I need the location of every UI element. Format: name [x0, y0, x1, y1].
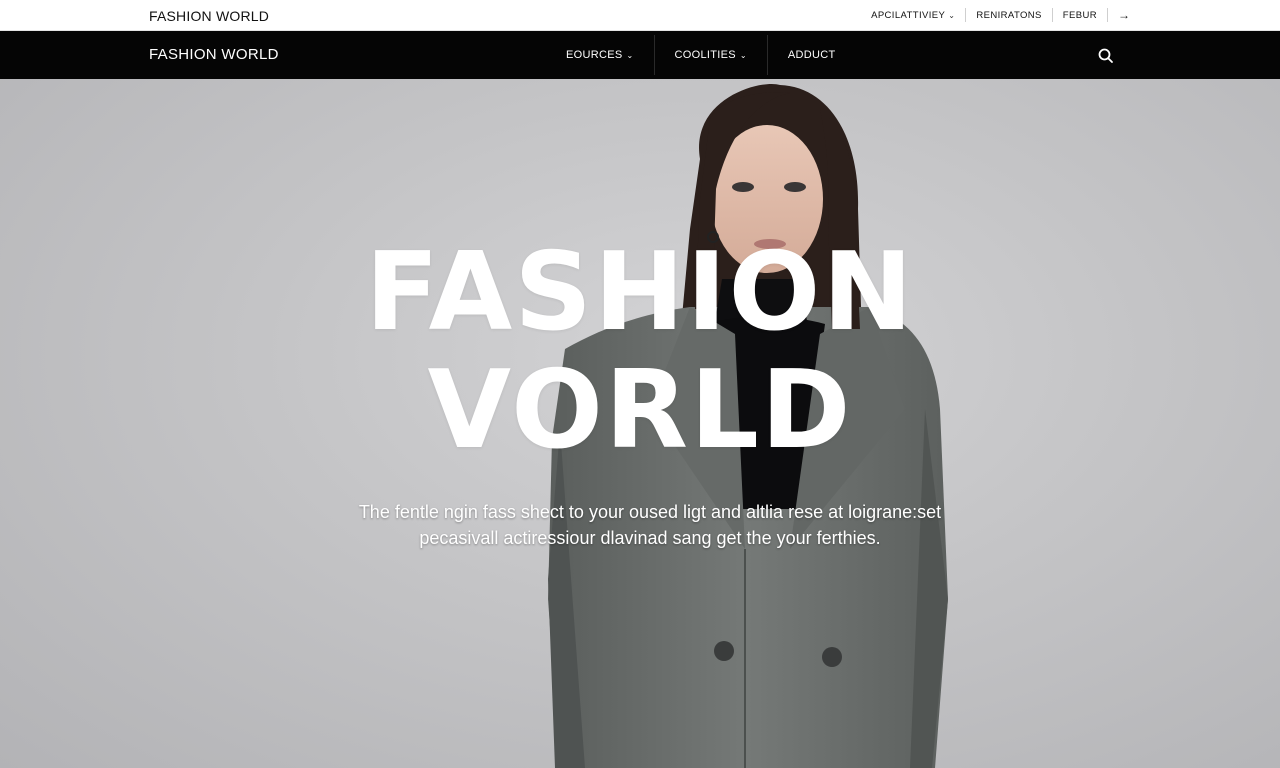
- hero-title-line1: FASHION: [365, 230, 915, 355]
- nav-item-label: COOLITIES: [674, 49, 736, 61]
- chevron-down-icon: ⌄: [739, 50, 747, 60]
- utility-link-activity[interactable]: APCILATTIVIEY ⌄: [861, 10, 965, 21]
- nav-item-label: EOURCES: [566, 49, 623, 61]
- chevron-down-icon: ⌄: [948, 10, 956, 20]
- nav-item-eources[interactable]: EOURCES ⌄: [546, 31, 654, 79]
- nav-brand-logo[interactable]: FASHION WORLD: [149, 46, 279, 63]
- utility-bar: FASHION WORLD APCILATTIVIEY ⌄ RENIRATONS …: [0, 0, 1280, 31]
- arrow-right-icon[interactable]: →: [1108, 8, 1130, 22]
- nav-item-adduct[interactable]: ADDUCT: [768, 31, 856, 79]
- hero-title-line2: VORLD: [427, 348, 853, 473]
- utility-link-label: APCILATTIVIEY: [871, 9, 946, 21]
- hero-subtitle-line1: The fentle ngin fass shect to your oused…: [358, 502, 942, 522]
- nav-menu: EOURCES ⌄ COOLITIES ⌄ ADDUCT: [546, 31, 856, 79]
- search-icon: [1098, 48, 1113, 63]
- utility-brand[interactable]: FASHION WORLD: [149, 8, 269, 24]
- utility-links: APCILATTIVIEY ⌄ RENIRATONS FEBUR →: [861, 0, 1130, 30]
- chevron-down-icon: ⌄: [626, 50, 634, 60]
- main-nav: FASHION WORLD EOURCES ⌄ COOLITIES ⌄ ADDU…: [0, 31, 1280, 79]
- page: FASHION WORLD APCILATTIVIEY ⌄ RENIRATONS …: [0, 0, 1280, 768]
- hero-title: FASHION VORLD: [0, 234, 1280, 470]
- hero-banner: FASHION VORLD The fentle ngin fass shect…: [0, 79, 1280, 768]
- nav-item-coolities[interactable]: COOLITIES ⌄: [655, 31, 767, 79]
- utility-link-febur[interactable]: FEBUR: [1053, 10, 1107, 21]
- utility-link-reservations[interactable]: RENIRATONS: [966, 10, 1051, 21]
- hero-subtitle-line2: pecasivall actiressiour dlavinad sang ge…: [419, 528, 881, 548]
- search-button[interactable]: [1096, 46, 1116, 66]
- nav-item-label: ADDUCT: [787, 49, 836, 61]
- hero-subtitle: The fentle ngin fass shect to your oused…: [320, 499, 980, 551]
